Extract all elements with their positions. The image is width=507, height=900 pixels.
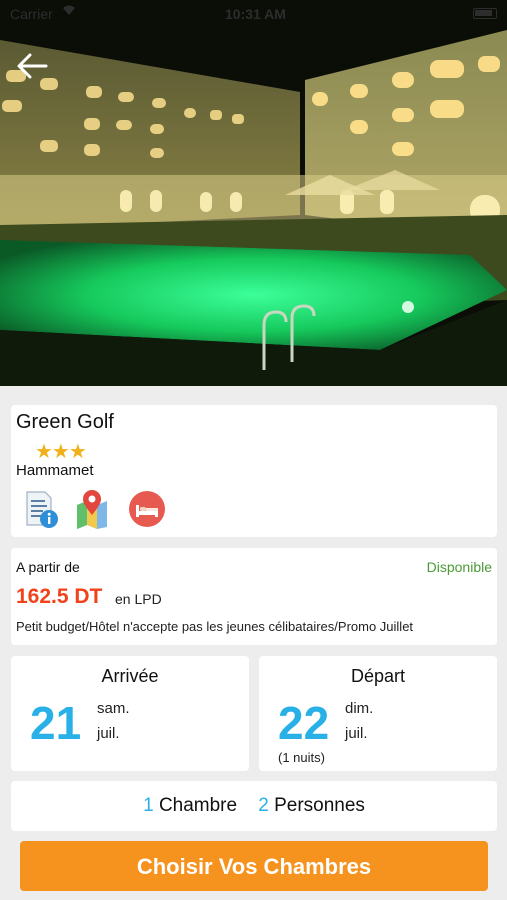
arrival-weekday: sam. — [97, 700, 130, 717]
bed-icon[interactable] — [128, 489, 166, 529]
departure-weekday: dim. — [345, 700, 374, 717]
room-label: Chambre — [158, 795, 238, 816]
choose-rooms-button[interactable]: Choisir Vos Chambres — [20, 841, 488, 891]
hotel-name: Green Golf — [16, 411, 114, 433]
rooms-persons-summary: 1 Chambre 2 Personnes — [11, 795, 497, 817]
person-label: Personnes — [274, 795, 365, 816]
rooms-persons-selector[interactable]: 1 Chambre 2 Personnes — [11, 781, 497, 831]
carrier-label: Carrier — [10, 6, 53, 22]
offer-description: Petit budget/Hôtel n'accepte pas les jeu… — [16, 619, 414, 634]
availability-badge: Disponible — [426, 559, 492, 575]
arrival-month: juil. — [97, 725, 120, 742]
wifi-icon — [62, 4, 76, 16]
arrival-date-card[interactable]: Arrivée 21 sam. juil. — [11, 656, 249, 771]
back-arrow-icon[interactable] — [14, 48, 50, 84]
hotel-city: Hammamet — [16, 462, 94, 479]
status-bar: Carrier 10:31 AM — [0, 0, 507, 28]
info-document-icon[interactable] — [23, 489, 61, 529]
arrival-title: Arrivée — [101, 666, 159, 686]
nights-count: (1 nuits) — [278, 750, 325, 765]
map-icon[interactable] — [73, 489, 111, 529]
person-count: 2 — [258, 795, 269, 816]
price-card: A partir de Disponible 162.5 DT en LPD P… — [11, 548, 497, 645]
clock-label: 10:31 AM — [225, 6, 286, 22]
price-amount: 162.5 DT — [16, 585, 103, 608]
arrival-day: 21 — [30, 697, 82, 749]
departure-title: Départ — [350, 666, 406, 686]
from-label: A partir de — [16, 559, 80, 575]
battery-icon — [473, 8, 497, 19]
departure-date-card[interactable]: Départ 22 dim. juil. (1 nuits) — [259, 656, 497, 771]
hotel-info-card: Green Golf ★★★ Hammamet — [11, 405, 497, 537]
departure-month: juil. — [345, 725, 368, 742]
board-type: en LPD — [115, 591, 162, 607]
hotel-photo: Carrier 10:31 AM — [0, 0, 507, 386]
room-count: 1 — [143, 795, 154, 816]
star-rating: ★★★ — [35, 441, 87, 463]
departure-day: 22 — [278, 697, 330, 749]
